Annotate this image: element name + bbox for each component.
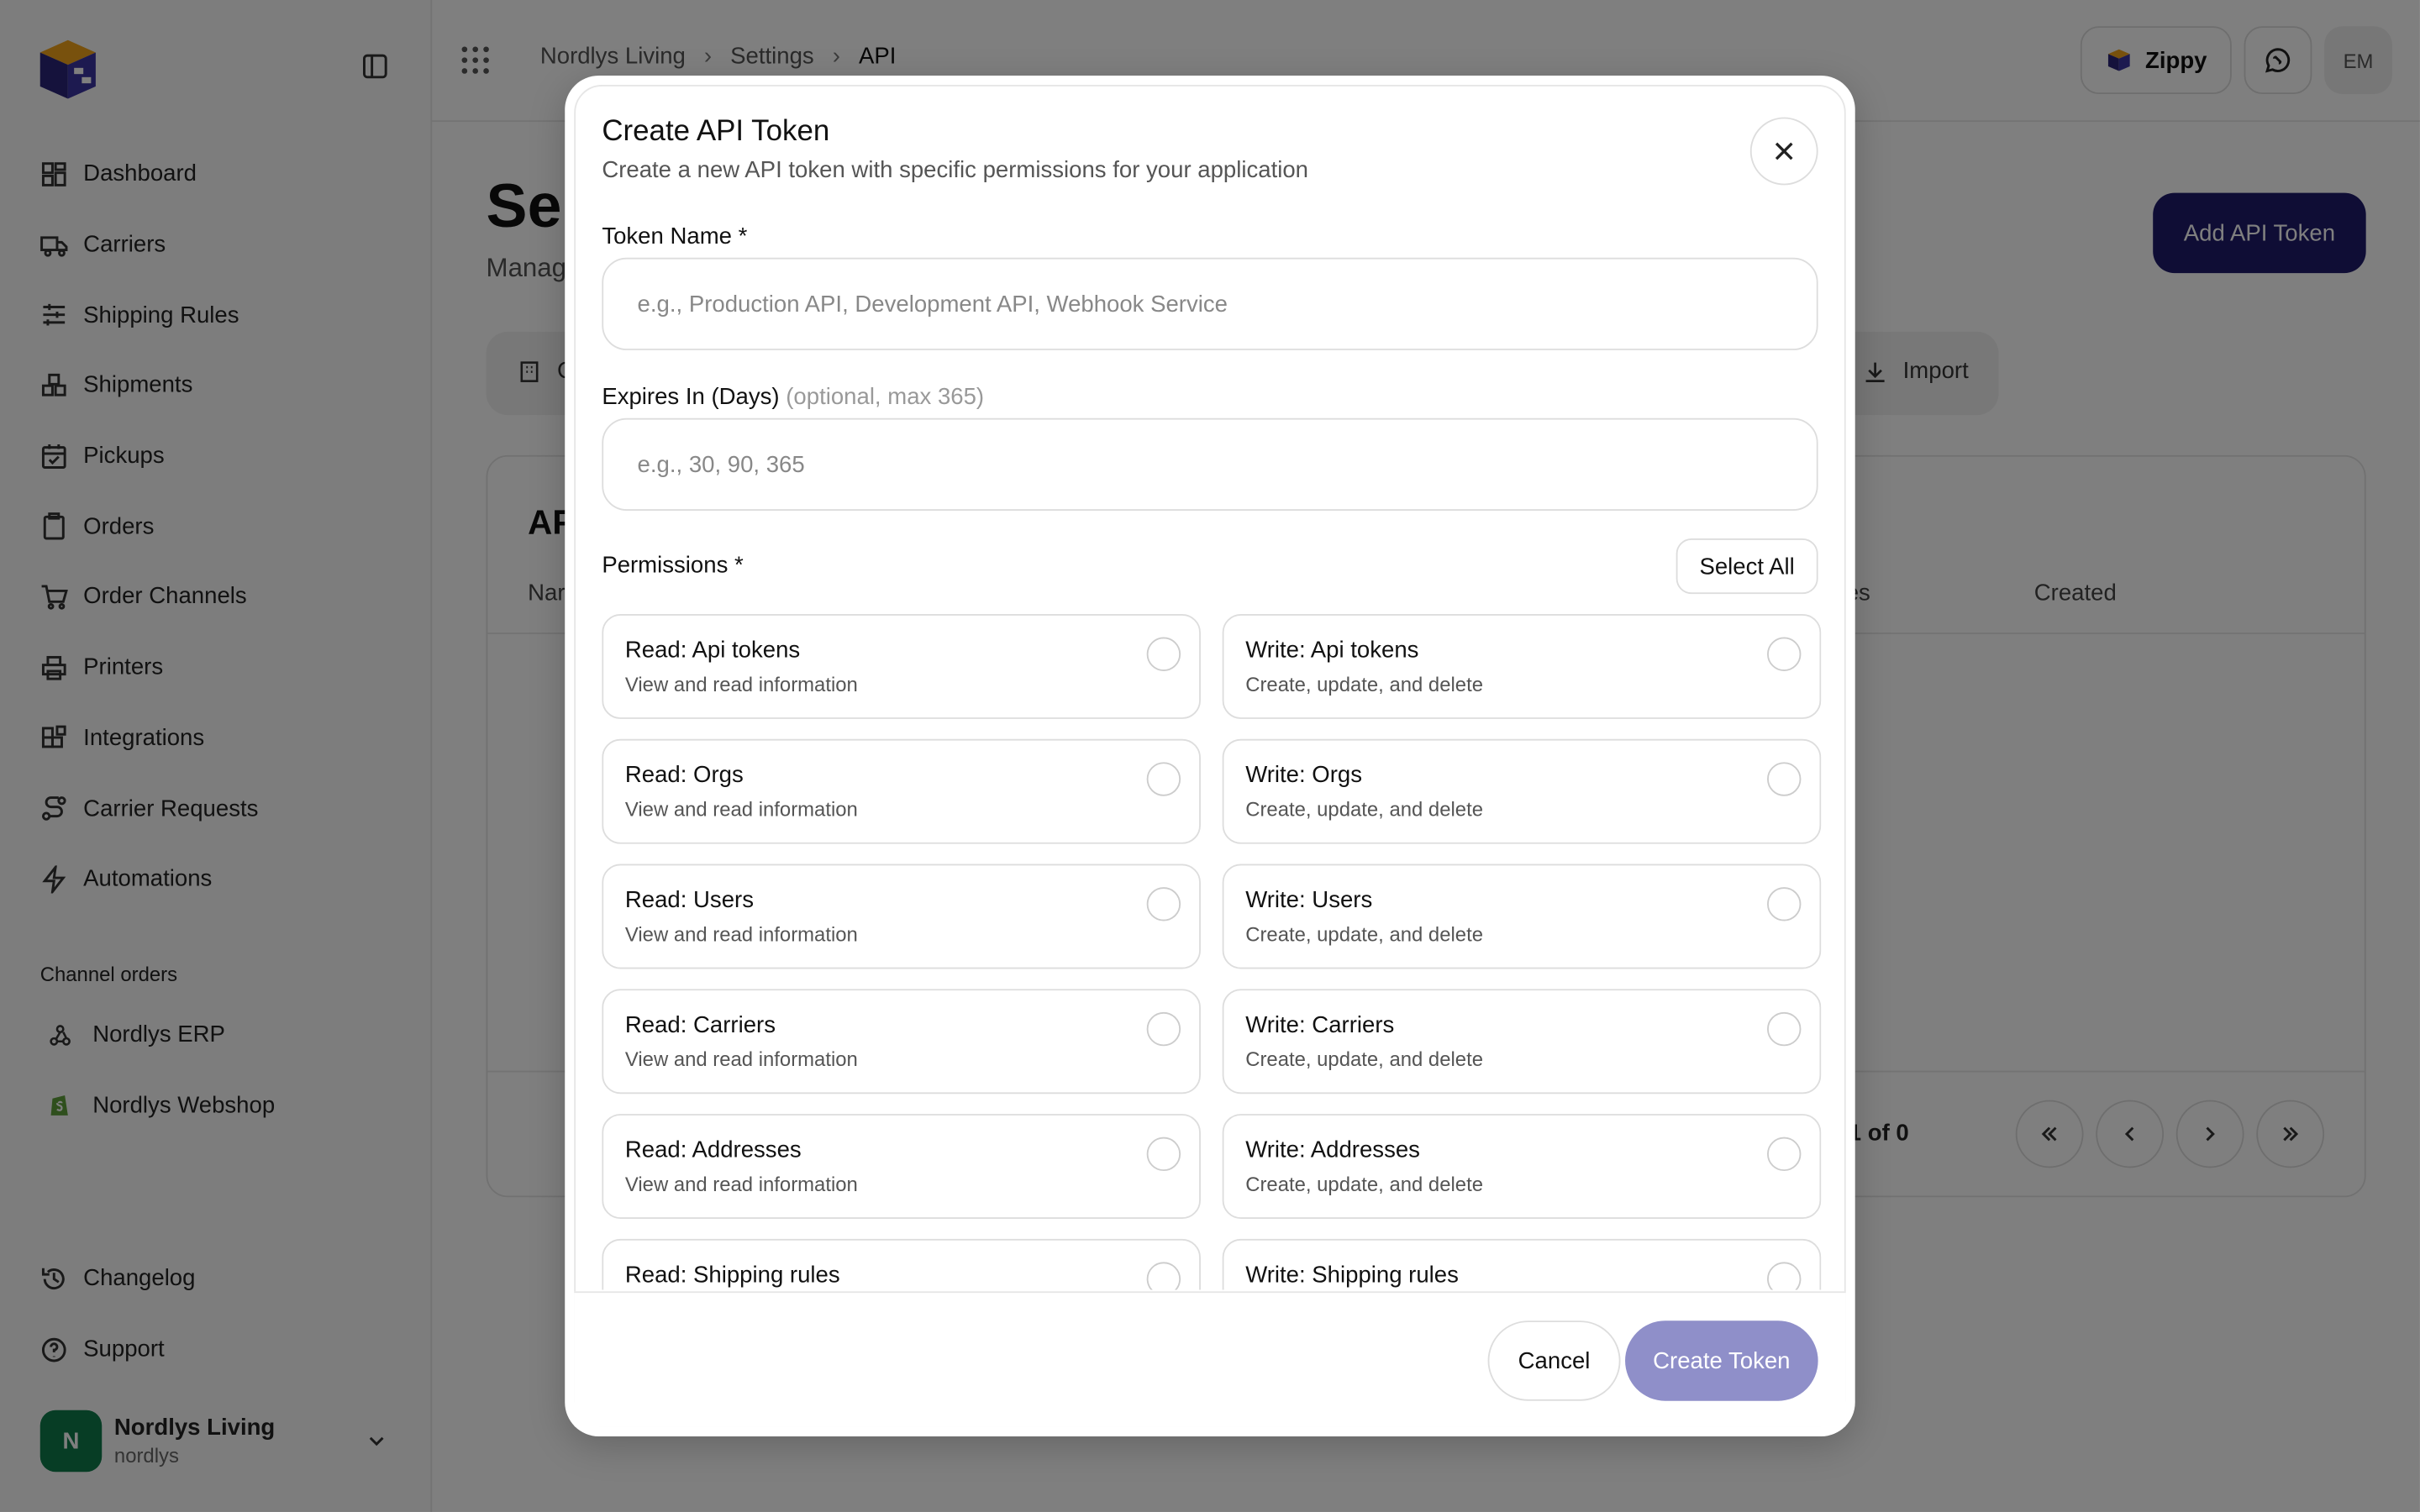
- permission-option[interactable]: Write: Api tokens Create, update, and del…: [1222, 614, 1822, 719]
- permission-title: Read: Users: [624, 887, 754, 914]
- permission-checkbox[interactable]: [1767, 887, 1802, 921]
- expires-in-days-input[interactable]: [602, 417, 1818, 511]
- select-all-button[interactable]: Select All: [1676, 538, 1818, 595]
- permission-option[interactable]: Read: Api tokens View and read informatio…: [602, 614, 1201, 719]
- permission-title: Write: Users: [1245, 887, 1373, 914]
- close-dialog-button[interactable]: [1749, 117, 1818, 186]
- permission-description: Create, update, and delete: [1245, 672, 1483, 696]
- permission-option[interactable]: Read: Addresses View and read information: [602, 1114, 1201, 1219]
- permission-checkbox[interactable]: [1146, 762, 1181, 796]
- permission-checkbox[interactable]: [1146, 887, 1181, 921]
- permission-description: View and read information: [624, 1172, 858, 1196]
- permission-description: Create, update, and delete: [1245, 797, 1483, 822]
- token-name-input[interactable]: [602, 257, 1818, 350]
- app-root: DashboardCarriersShipping RulesShipments…: [0, 0, 2420, 1512]
- permission-title: Read: Carriers: [624, 1011, 776, 1039]
- permission-title: Read: Addresses: [624, 1137, 802, 1163]
- permission-description: Create, update, and delete: [1245, 1172, 1483, 1196]
- expires-hint: (optional, max 365): [786, 384, 985, 411]
- permission-option[interactable]: Read: Users View and read information: [602, 864, 1201, 969]
- permission-title: Read: Orgs: [624, 762, 744, 789]
- create-api-token-dialog: Create API Token Create a new API token …: [565, 75, 1855, 1436]
- permission-checkbox[interactable]: [1767, 762, 1802, 796]
- dialog-footer: Cancel Create Token: [574, 1291, 1846, 1427]
- permission-description: View and read information: [624, 922, 858, 946]
- permission-option[interactable]: Read: Carriers View and read information: [602, 989, 1201, 1095]
- permission-title: Write: Carriers: [1245, 1011, 1395, 1039]
- permission-option[interactable]: Write: Orgs Create, update, and delete: [1222, 738, 1822, 844]
- permission-title: Write: Shipping rules: [1245, 1262, 1459, 1289]
- permission-description: View and read information: [624, 797, 858, 822]
- expires-label-text: Expires In (Days): [602, 384, 780, 411]
- permission-title: Read: Api tokens: [624, 637, 801, 664]
- permission-option[interactable]: Read: Orgs View and read information: [602, 738, 1201, 844]
- permission-description: Create, update, and delete: [1245, 922, 1483, 946]
- permission-description: View and read information: [624, 672, 858, 696]
- permission-checkbox[interactable]: [1767, 1262, 1802, 1290]
- permission-description: Create, update, and delete: [1245, 1047, 1483, 1071]
- permission-checkbox[interactable]: [1146, 1011, 1181, 1047]
- token-name-label: Token Name *: [602, 223, 748, 250]
- permission-option[interactable]: Write: Shipping rules: [1222, 1238, 1822, 1290]
- cancel-button[interactable]: Cancel: [1487, 1320, 1621, 1401]
- expires-label: Expires In (Days) (optional, max 365): [602, 384, 984, 410]
- dialog-subtitle: Create a new API token with specific per…: [602, 157, 1309, 184]
- permission-checkbox[interactable]: [1146, 1137, 1181, 1172]
- permissions-grid: Read: Api tokens View and read informatio…: [602, 614, 1822, 1290]
- permission-checkbox[interactable]: [1146, 1262, 1181, 1290]
- permission-option[interactable]: Write: Users Create, update, and delete: [1222, 864, 1822, 969]
- permission-option[interactable]: Write: Carriers Create, update, and delet…: [1222, 989, 1822, 1095]
- permissions-scroll-area[interactable]: Read: Api tokens View and read informatio…: [602, 614, 1822, 1290]
- create-token-button[interactable]: Create Token: [1625, 1320, 1818, 1401]
- close-icon: [1775, 142, 1793, 160]
- permission-checkbox[interactable]: [1767, 637, 1802, 671]
- permission-option[interactable]: Read: Shipping rules: [602, 1238, 1201, 1290]
- permission-checkbox[interactable]: [1767, 1137, 1802, 1172]
- permission-title: Read: Shipping rules: [624, 1262, 840, 1289]
- dialog-title: Create API Token: [602, 115, 830, 149]
- permission-title: Write: Api tokens: [1245, 637, 1419, 664]
- permissions-label: Permissions *: [602, 552, 744, 579]
- permission-checkbox[interactable]: [1767, 1011, 1802, 1047]
- permission-title: Write: Addresses: [1245, 1137, 1420, 1163]
- permission-title: Write: Orgs: [1245, 762, 1363, 789]
- permission-description: View and read information: [624, 1047, 858, 1071]
- permission-option[interactable]: Write: Addresses Create, update, and dele…: [1222, 1114, 1822, 1219]
- permission-checkbox[interactable]: [1146, 637, 1181, 671]
